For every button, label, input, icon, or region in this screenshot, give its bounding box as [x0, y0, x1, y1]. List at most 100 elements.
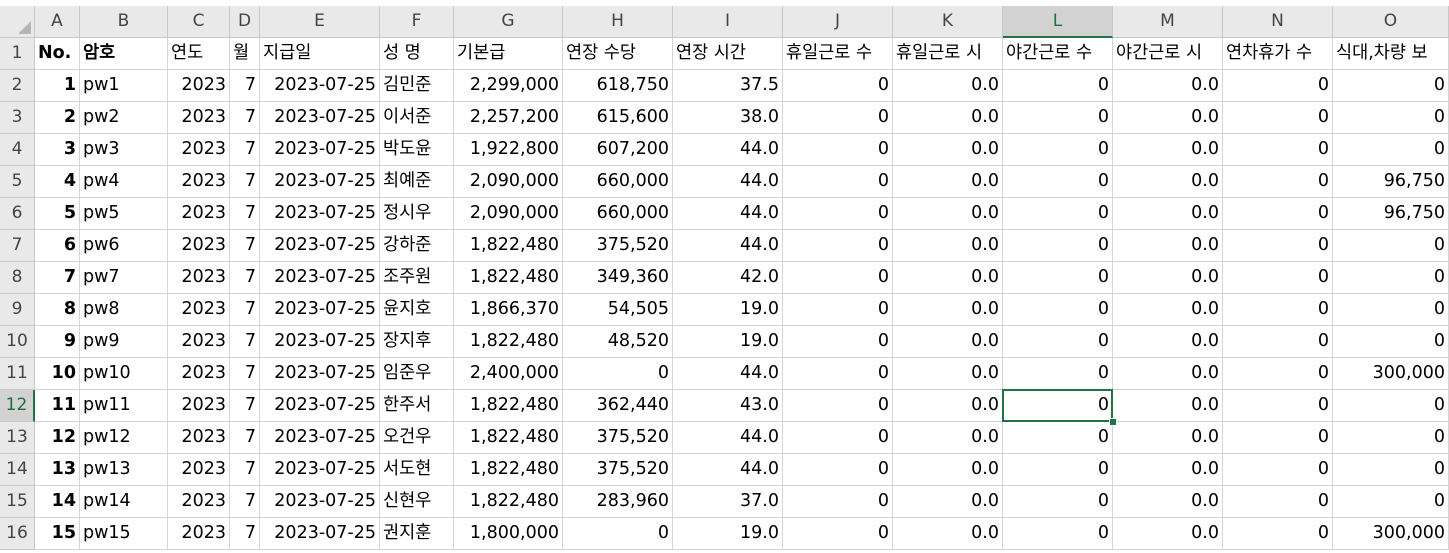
cell-f14[interactable]: 서도현: [380, 454, 454, 486]
cell-b14[interactable]: pw13: [80, 454, 168, 486]
cell-l11[interactable]: 0: [1003, 358, 1113, 390]
cell-m12[interactable]: 0.0: [1113, 390, 1223, 422]
cell-e9[interactable]: 2023-07-25: [260, 294, 380, 326]
cell-d14[interactable]: 7: [230, 454, 260, 486]
cell-f6[interactable]: 정시우: [380, 198, 454, 230]
cell-b16[interactable]: pw15: [80, 518, 168, 550]
cell-m6[interactable]: 0.0: [1113, 198, 1223, 230]
cell-g12[interactable]: 1,822,480: [454, 390, 563, 422]
cell-e8[interactable]: 2023-07-25: [260, 262, 380, 294]
cell-a7[interactable]: 6: [35, 230, 80, 262]
cell-m16[interactable]: 0.0: [1113, 518, 1223, 550]
cell-e3[interactable]: 2023-07-25: [260, 102, 380, 134]
cell-d2[interactable]: 7: [230, 70, 260, 102]
cell-o13[interactable]: 0: [1333, 422, 1449, 454]
cell-o2[interactable]: 0: [1333, 70, 1449, 102]
cell-c10[interactable]: 2023: [168, 326, 230, 358]
cell-m8[interactable]: 0.0: [1113, 262, 1223, 294]
row-header-15[interactable]: 15: [0, 486, 35, 518]
cell-h3[interactable]: 615,600: [563, 102, 673, 134]
cell-d15[interactable]: 7: [230, 486, 260, 518]
cell-a3[interactable]: 2: [35, 102, 80, 134]
row-header-7[interactable]: 7: [0, 230, 35, 262]
cell-e15[interactable]: 2023-07-25: [260, 486, 380, 518]
cell-o10[interactable]: 0: [1333, 326, 1449, 358]
cell-f16[interactable]: 권지훈: [380, 518, 454, 550]
cell-d11[interactable]: 7: [230, 358, 260, 390]
cell-b11[interactable]: pw10: [80, 358, 168, 390]
cell-e11[interactable]: 2023-07-25: [260, 358, 380, 390]
cell-m3[interactable]: 0.0: [1113, 102, 1223, 134]
column-header-m[interactable]: M: [1113, 6, 1223, 38]
row-header-8[interactable]: 8: [0, 262, 35, 294]
cell-c6[interactable]: 2023: [168, 198, 230, 230]
cell-a2[interactable]: 1: [35, 70, 80, 102]
cell-h6[interactable]: 660,000: [563, 198, 673, 230]
column-header-a[interactable]: A: [35, 6, 80, 38]
cell-h14[interactable]: 375,520: [563, 454, 673, 486]
cell-m15[interactable]: 0.0: [1113, 486, 1223, 518]
column-header-o[interactable]: O: [1333, 6, 1449, 38]
cell-g2[interactable]: 2,299,000: [454, 70, 563, 102]
cell-d8[interactable]: 7: [230, 262, 260, 294]
cell-c13[interactable]: 2023: [168, 422, 230, 454]
cell-g7[interactable]: 1,822,480: [454, 230, 563, 262]
cell-h10[interactable]: 48,520: [563, 326, 673, 358]
cell-b4[interactable]: pw3: [80, 134, 168, 166]
cell-f13[interactable]: 오건우: [380, 422, 454, 454]
cell-f2[interactable]: 김민준: [380, 70, 454, 102]
cell-e16[interactable]: 2023-07-25: [260, 518, 380, 550]
header-cell-o[interactable]: 식대,차량 보: [1333, 38, 1449, 70]
header-cell-d[interactable]: 월: [230, 38, 260, 70]
cell-f4[interactable]: 박도윤: [380, 134, 454, 166]
cell-n13[interactable]: 0: [1223, 422, 1333, 454]
cell-a10[interactable]: 9: [35, 326, 80, 358]
column-header-f[interactable]: F: [380, 6, 454, 38]
cell-j2[interactable]: 0: [783, 70, 893, 102]
cell-i2[interactable]: 37.5: [673, 70, 783, 102]
cell-o9[interactable]: 0: [1333, 294, 1449, 326]
cell-l4[interactable]: 0: [1003, 134, 1113, 166]
cell-l8[interactable]: 0: [1003, 262, 1113, 294]
row-header-10[interactable]: 10: [0, 326, 35, 358]
cell-h9[interactable]: 54,505: [563, 294, 673, 326]
cell-f3[interactable]: 이서준: [380, 102, 454, 134]
cell-n15[interactable]: 0: [1223, 486, 1333, 518]
cell-i8[interactable]: 42.0: [673, 262, 783, 294]
cell-l13[interactable]: 0: [1003, 422, 1113, 454]
cell-n10[interactable]: 0: [1223, 326, 1333, 358]
cell-e13[interactable]: 2023-07-25: [260, 422, 380, 454]
column-header-b[interactable]: B: [80, 6, 168, 38]
cell-k8[interactable]: 0.0: [893, 262, 1003, 294]
cell-h5[interactable]: 660,000: [563, 166, 673, 198]
cell-n14[interactable]: 0: [1223, 454, 1333, 486]
cell-h12[interactable]: 362,440: [563, 390, 673, 422]
cell-f8[interactable]: 조주원: [380, 262, 454, 294]
cell-d6[interactable]: 7: [230, 198, 260, 230]
cell-d4[interactable]: 7: [230, 134, 260, 166]
header-cell-g[interactable]: 기본급: [454, 38, 563, 70]
cell-l12[interactable]: 0: [1003, 390, 1113, 422]
cell-b10[interactable]: pw9: [80, 326, 168, 358]
cell-g16[interactable]: 1,800,000: [454, 518, 563, 550]
cell-h15[interactable]: 283,960: [563, 486, 673, 518]
cell-i14[interactable]: 44.0: [673, 454, 783, 486]
cell-f9[interactable]: 윤지호: [380, 294, 454, 326]
cell-j3[interactable]: 0: [783, 102, 893, 134]
column-header-i[interactable]: I: [673, 6, 783, 38]
cell-d9[interactable]: 7: [230, 294, 260, 326]
cell-f10[interactable]: 장지후: [380, 326, 454, 358]
row-header-9[interactable]: 9: [0, 294, 35, 326]
cell-l15[interactable]: 0: [1003, 486, 1113, 518]
cell-b8[interactable]: pw7: [80, 262, 168, 294]
cell-k7[interactable]: 0.0: [893, 230, 1003, 262]
cell-m4[interactable]: 0.0: [1113, 134, 1223, 166]
cell-a8[interactable]: 7: [35, 262, 80, 294]
cell-h8[interactable]: 349,360: [563, 262, 673, 294]
cell-a13[interactable]: 12: [35, 422, 80, 454]
header-cell-h[interactable]: 연장 수당: [563, 38, 673, 70]
cell-i11[interactable]: 44.0: [673, 358, 783, 390]
cell-j7[interactable]: 0: [783, 230, 893, 262]
cell-n5[interactable]: 0: [1223, 166, 1333, 198]
header-cell-c[interactable]: 연도: [168, 38, 230, 70]
